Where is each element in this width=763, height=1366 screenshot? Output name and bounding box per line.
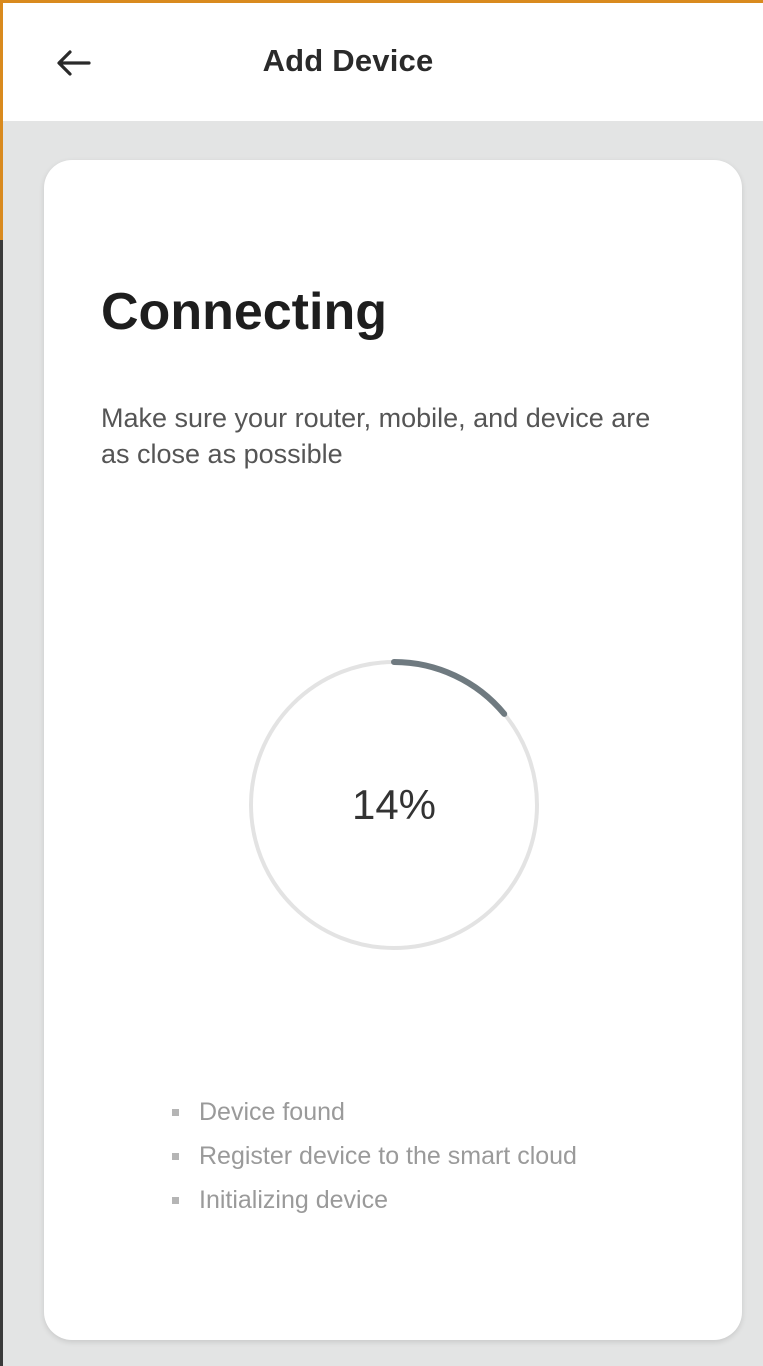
- connecting-card: Connecting Make sure your router, mobile…: [44, 160, 742, 1340]
- bullet-icon: [172, 1108, 179, 1116]
- step-label: Register device to the smart cloud: [199, 1141, 577, 1170]
- step-item: Register device to the smart cloud: [172, 1134, 577, 1178]
- instruction-text: Make sure your router, mobile, and devic…: [101, 403, 651, 469]
- step-item: Initializing device: [172, 1178, 577, 1222]
- connection-steps-list: Device found Register device to the smar…: [172, 1090, 577, 1222]
- bullet-icon: [172, 1152, 179, 1160]
- bullet-icon: [172, 1196, 179, 1204]
- step-item: Device found: [172, 1090, 577, 1134]
- window-edge-left-dark: [0, 240, 3, 1366]
- top-app-bar: Add Device: [3, 3, 763, 121]
- app-screen: Add Device Connecting Make sure your rou…: [0, 0, 763, 1366]
- step-label: Device found: [199, 1097, 345, 1126]
- page-title: Add Device: [262, 43, 434, 78]
- step-label: Initializing device: [199, 1185, 388, 1214]
- progress-ring: 14%: [244, 655, 544, 955]
- progress-percent: 14%: [351, 781, 437, 828]
- status-heading: Connecting: [101, 283, 387, 341]
